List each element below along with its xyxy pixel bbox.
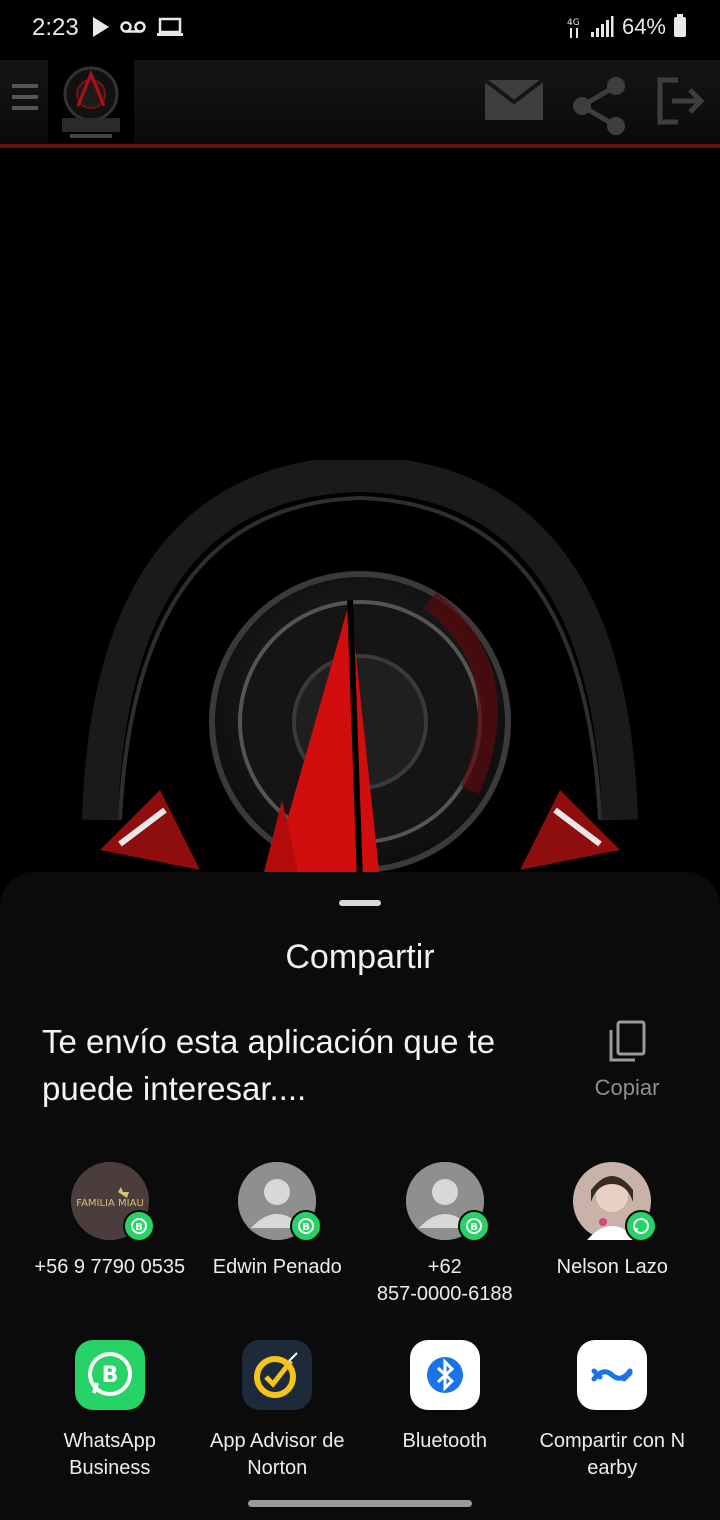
laptop-icon (157, 17, 183, 36)
whatsapp-business-badge-icon: B (457, 1210, 490, 1242)
signal-icon (590, 16, 614, 37)
share-sheet: Compartir Te envío esta aplicación que t… (0, 872, 720, 1520)
contact-name: +56 9 7790 0535 (34, 1256, 186, 1278)
norton-app-advisor-target[interactable]: App Advisor de Norton (194, 1340, 362, 1482)
svg-text:B: B (135, 1222, 143, 1233)
logout-icon[interactable] (656, 76, 706, 126)
share-app-targets: B WhatsApp Business App Advisor de Norto… (26, 1340, 696, 1482)
notification-icons (92, 16, 184, 38)
avatar: B (405, 1162, 490, 1242)
menu-icon[interactable] (12, 84, 38, 117)
voicemail-icon (120, 21, 146, 33)
share-message: Te envío esta aplicación que te puede in… (42, 1018, 562, 1112)
nearby-share-icon (577, 1340, 648, 1410)
share-message-line: Te envío esta aplicación que te (42, 1023, 496, 1060)
app-label-line: Compartir con N (539, 1430, 686, 1452)
contact-item[interactable]: B +62 857-0000-6188 (361, 1162, 529, 1308)
app-bar (0, 60, 720, 148)
app-label-line: Norton (247, 1457, 308, 1479)
contact-name: Edwin Penado (212, 1256, 342, 1278)
contact-name: +62 857-0000-6188 (361, 1254, 529, 1308)
avatar: B (238, 1162, 323, 1242)
app-label-line: WhatsApp (63, 1430, 156, 1452)
contact-name-line: +62 (427, 1256, 462, 1278)
battery-icon (674, 14, 686, 37)
whatsapp-business-badge-icon: B (290, 1210, 323, 1242)
battery-percent: 64% (621, 14, 666, 39)
svg-text:B: B (470, 1222, 478, 1233)
play-icon (93, 17, 109, 37)
app-label-line: App Advisor de (209, 1430, 345, 1452)
app-label: Compartir con N earby (529, 1428, 697, 1482)
norton-icon (242, 1340, 313, 1410)
app-label-line: Business (69, 1457, 151, 1479)
contact-item[interactable]: Nelson Lazo (529, 1162, 697, 1308)
share-icon[interactable] (570, 76, 630, 136)
app-label-line: earby (587, 1457, 638, 1479)
contact-name: Nelson Lazo (556, 1256, 668, 1278)
copy-icon (609, 1020, 646, 1062)
whatsapp-business-badge-icon (625, 1210, 658, 1242)
copy-label: Copiar (594, 1075, 660, 1100)
svg-text:B: B (101, 1363, 118, 1388)
contact-name-line: 857-0000-6188 (376, 1283, 513, 1305)
bluetooth-target[interactable]: Bluetooth (361, 1340, 529, 1482)
direct-share-contacts: FAMILIA MIAU B +56 9 7790 0535 B Edwin P… (26, 1162, 696, 1308)
svg-text:4G: 4G (567, 18, 580, 28)
status-bar: 2:23 4G 64% (0, 0, 720, 60)
nearby-share-target[interactable]: Compartir con N earby (529, 1340, 697, 1482)
data-4g-icon: 4G (567, 18, 580, 38)
gesture-nav-bar[interactable] (248, 1500, 472, 1507)
whatsapp-business-target[interactable]: B WhatsApp Business (26, 1340, 194, 1482)
bluetooth-icon (409, 1340, 480, 1410)
contact-item[interactable]: B Edwin Penado (194, 1162, 362, 1308)
mail-icon[interactable] (484, 76, 544, 122)
share-sheet-title: Compartir (285, 938, 435, 976)
drag-handle[interactable] (339, 900, 381, 906)
avatar (573, 1162, 658, 1242)
share-message-line: puede interesar.... (42, 1070, 307, 1107)
appbar-divider (0, 144, 720, 148)
app-label: WhatsApp Business (26, 1428, 194, 1482)
avatar: FAMILIA MIAU B (70, 1162, 155, 1242)
app-logo (48, 60, 134, 144)
avatar-text: FAMILIA MIAU (76, 1198, 144, 1209)
status-time: 2:23 (32, 14, 79, 41)
app-label: Bluetooth (361, 1428, 529, 1455)
svg-text:B: B (302, 1222, 310, 1233)
whatsapp-business-icon: B (74, 1340, 145, 1410)
app-label-line: Bluetooth (402, 1430, 487, 1452)
copy-button[interactable]: Copiar (582, 1020, 672, 1101)
contact-item[interactable]: FAMILIA MIAU B +56 9 7790 0535 (26, 1162, 194, 1308)
app-label: App Advisor de Norton (194, 1428, 362, 1482)
headphones-artwork (0, 460, 720, 880)
whatsapp-business-badge-icon: B (122, 1210, 155, 1242)
